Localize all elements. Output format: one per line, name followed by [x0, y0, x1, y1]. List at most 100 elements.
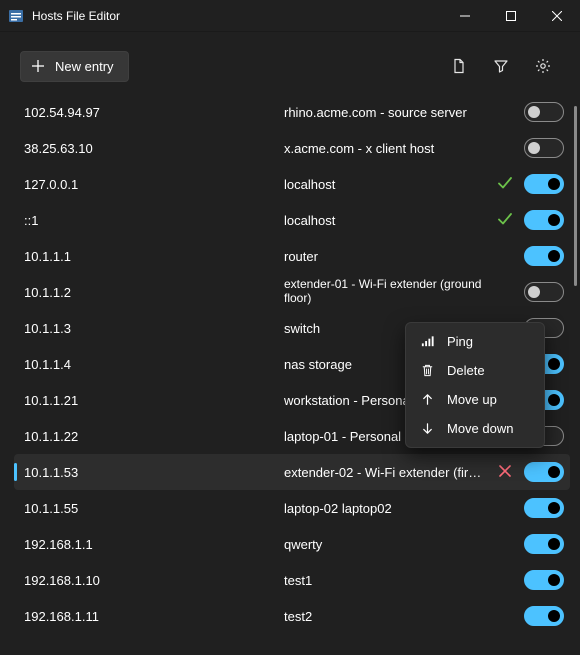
app-icon: [8, 8, 24, 24]
enable-toggle[interactable]: [524, 606, 564, 626]
toggle-cell: [518, 210, 564, 230]
host-description: x.acme.com - x client host: [284, 141, 492, 156]
toggle-cell: [518, 174, 564, 194]
context-menu-move-up[interactable]: Move up: [410, 385, 540, 414]
window-minimize-button[interactable]: [442, 0, 488, 32]
check-icon: [496, 174, 514, 195]
enable-toggle[interactable]: [524, 102, 564, 122]
host-entry-row[interactable]: 102.54.94.97rhino.acme.com - source serv…: [14, 94, 570, 130]
host-address: 10.1.1.2: [24, 285, 284, 300]
toggle-cell: [518, 570, 564, 590]
titlebar: Hosts File Editor: [0, 0, 580, 32]
context-menu-ping[interactable]: Ping: [410, 327, 540, 356]
enable-toggle[interactable]: [524, 498, 564, 518]
enable-toggle[interactable]: [524, 462, 564, 482]
arrow-up-icon: [420, 392, 435, 407]
plus-icon: [31, 59, 45, 73]
filter-button[interactable]: [484, 50, 518, 82]
host-entry-row[interactable]: 192.168.1.11test2: [14, 598, 570, 634]
host-address: 102.54.94.97: [24, 105, 284, 120]
enable-toggle[interactable]: [524, 570, 564, 590]
toggle-knob: [528, 142, 540, 154]
toggle-cell: [518, 138, 564, 158]
context-menu-label: Move down: [447, 421, 513, 436]
host-description: localhost: [284, 213, 492, 228]
settings-button[interactable]: [526, 50, 560, 82]
toggle-knob: [548, 466, 560, 478]
toggle-knob: [548, 394, 560, 406]
host-address: 10.1.1.55: [24, 501, 284, 516]
enable-toggle[interactable]: [524, 210, 564, 230]
host-entry-row[interactable]: 127.0.0.1localhost: [14, 166, 570, 202]
enable-toggle[interactable]: [524, 246, 564, 266]
host-address: 192.168.1.1: [24, 537, 284, 552]
context-menu: Ping Delete Move up Move down: [405, 322, 545, 448]
host-address: 38.25.63.10: [24, 141, 284, 156]
fail-icon: [496, 462, 514, 483]
window-maximize-button[interactable]: [488, 0, 534, 32]
host-entry-row[interactable]: ::1localhost: [14, 202, 570, 238]
arrow-down-icon: [420, 421, 435, 436]
enable-toggle[interactable]: [524, 534, 564, 554]
host-description: extender-01 - Wi-Fi extender (ground flo…: [284, 278, 492, 306]
host-address: 192.168.1.10: [24, 573, 284, 588]
host-address: 10.1.1.3: [24, 321, 284, 336]
toggle-knob: [548, 574, 560, 586]
context-menu-label: Ping: [447, 334, 473, 349]
toggle-knob: [528, 106, 540, 118]
toggle-knob: [548, 214, 560, 226]
toggle-cell: [518, 246, 564, 266]
host-address: 10.1.1.1: [24, 249, 284, 264]
toggle-knob: [548, 610, 560, 622]
open-file-button[interactable]: [442, 50, 476, 82]
enable-toggle[interactable]: [524, 174, 564, 194]
scrollbar-thumb[interactable]: [574, 106, 577, 286]
scrollbar[interactable]: [573, 106, 577, 643]
host-address: 192.168.1.11: [24, 609, 284, 624]
host-description: router: [284, 249, 492, 264]
enable-toggle[interactable]: [524, 282, 564, 302]
host-entry-row[interactable]: 38.25.63.10x.acme.com - x client host: [14, 130, 570, 166]
host-entry-row[interactable]: 192.168.1.10test1: [14, 562, 570, 598]
new-entry-button[interactable]: New entry: [20, 51, 129, 82]
signal-icon: [420, 334, 435, 349]
toggle-knob: [548, 358, 560, 370]
window-title: Hosts File Editor: [32, 9, 120, 23]
host-entry-row[interactable]: 10.1.1.53extender-02 - Wi-Fi extender (f…: [14, 454, 570, 490]
host-description: test1: [284, 573, 492, 588]
entries-list: 102.54.94.97rhino.acme.com - source serv…: [0, 94, 580, 655]
host-address: ::1: [24, 213, 284, 228]
host-entry-row[interactable]: 10.1.1.2extender-01 - Wi-Fi extender (gr…: [14, 274, 570, 310]
toggle-knob: [528, 286, 540, 298]
host-entry-row[interactable]: 10.1.1.55laptop-02 laptop02: [14, 490, 570, 526]
toggle-cell: [518, 102, 564, 122]
host-address: 127.0.0.1: [24, 177, 284, 192]
host-description: extender-02 - Wi-Fi extender (first floo…: [284, 465, 492, 480]
gear-icon: [535, 58, 551, 74]
toolbar: New entry: [0, 32, 580, 94]
toggle-cell: [518, 534, 564, 554]
toggle-cell: [518, 606, 564, 626]
host-description: laptop-02 laptop02: [284, 501, 492, 516]
toggle-knob: [548, 502, 560, 514]
file-icon: [451, 58, 467, 74]
context-menu-move-down[interactable]: Move down: [410, 414, 540, 443]
host-entry-row[interactable]: 10.1.1.1router: [14, 238, 570, 274]
ping-status: [492, 210, 518, 231]
new-entry-label: New entry: [55, 59, 114, 74]
context-menu-delete[interactable]: Delete: [410, 356, 540, 385]
ping-status: [492, 174, 518, 195]
trash-icon: [420, 363, 435, 378]
toggle-cell: [518, 498, 564, 518]
enable-toggle[interactable]: [524, 138, 564, 158]
host-entry-row[interactable]: 192.168.1.1qwerty: [14, 526, 570, 562]
toggle-knob: [548, 250, 560, 262]
check-icon: [496, 210, 514, 231]
host-description: rhino.acme.com - source server: [284, 105, 492, 120]
filter-icon: [493, 58, 509, 74]
host-address: 10.1.1.53: [24, 465, 284, 480]
host-address: 10.1.1.4: [24, 357, 284, 372]
context-menu-label: Delete: [447, 363, 485, 378]
window-close-button[interactable]: [534, 0, 580, 32]
ping-status: [492, 462, 518, 483]
